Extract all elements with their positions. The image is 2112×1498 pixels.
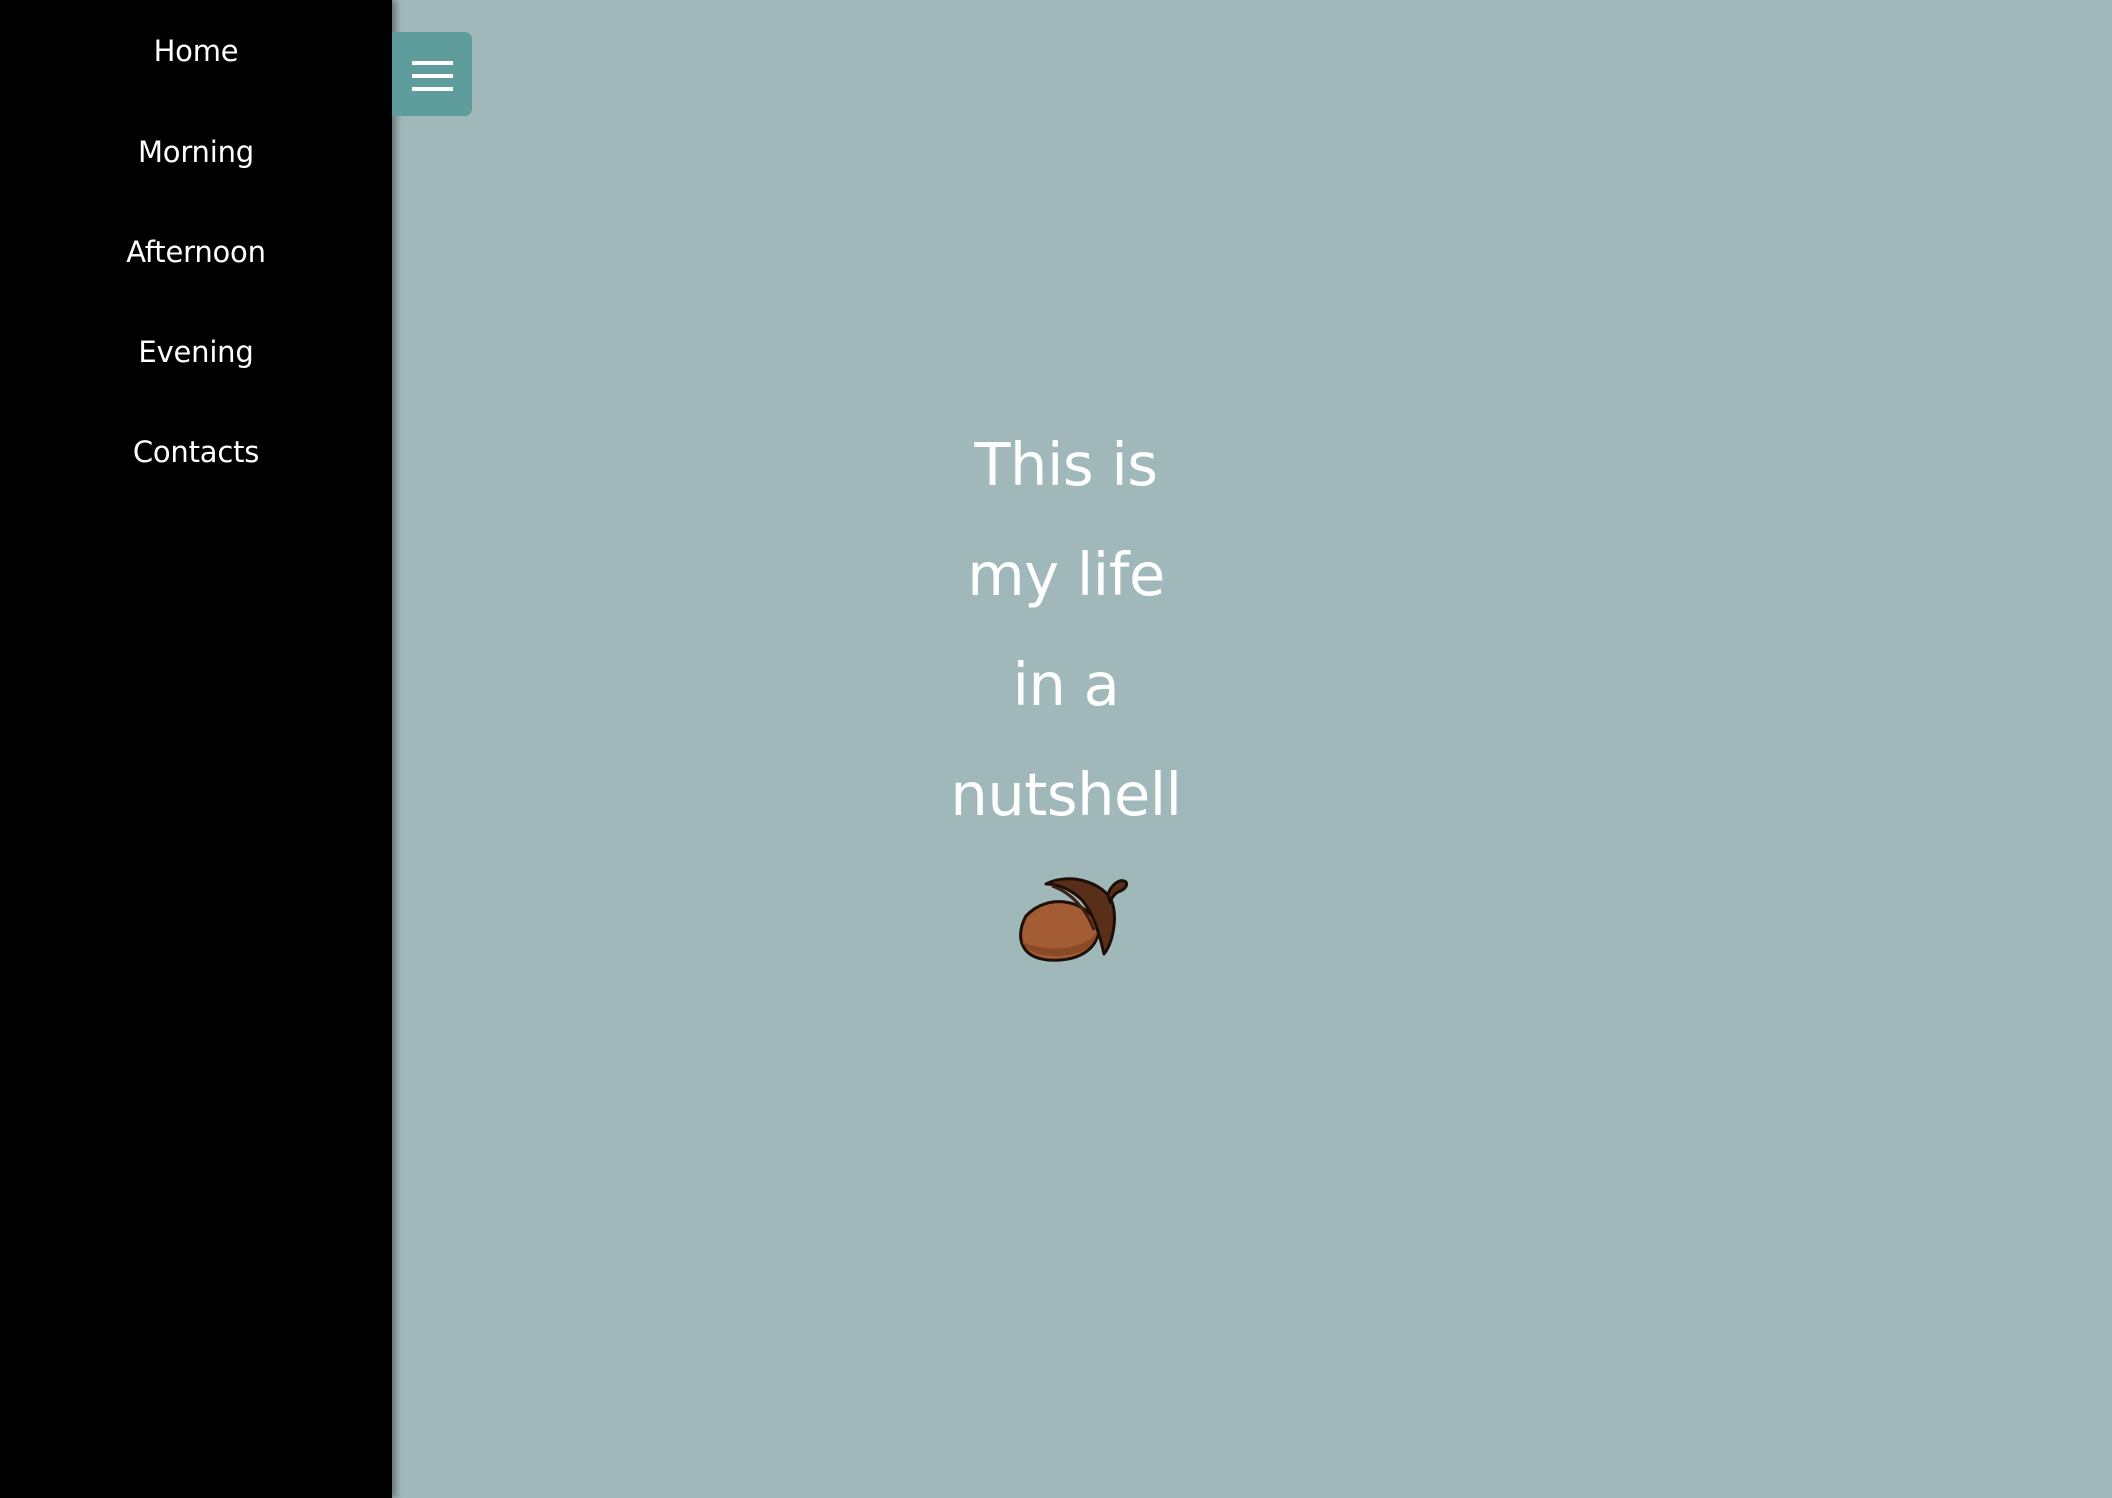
acorn-icon [1019, 877, 1128, 962]
sidebar-item-afternoon[interactable]: Afternoon [0, 202, 392, 302]
sidebar-item-home[interactable]: Home [0, 0, 392, 102]
hero-heading: This is my life in a nutshell [866, 410, 1266, 850]
sidebar-item-contacts[interactable]: Contacts [0, 402, 392, 502]
hero-line: nutshell [950, 760, 1182, 829]
hero-line: in a [1012, 650, 1120, 719]
sidebar-item-morning[interactable]: Morning [0, 102, 392, 202]
sidebar: Home Morning Afternoon Evening Contacts [0, 0, 392, 1498]
menu-toggle-button[interactable] [392, 32, 472, 116]
sidebar-item-evening[interactable]: Evening [0, 302, 392, 402]
hero-line: my life [967, 540, 1165, 609]
sidebar-nav: Home Morning Afternoon Evening Contacts [0, 0, 392, 502]
hero-line: This is [974, 430, 1158, 499]
